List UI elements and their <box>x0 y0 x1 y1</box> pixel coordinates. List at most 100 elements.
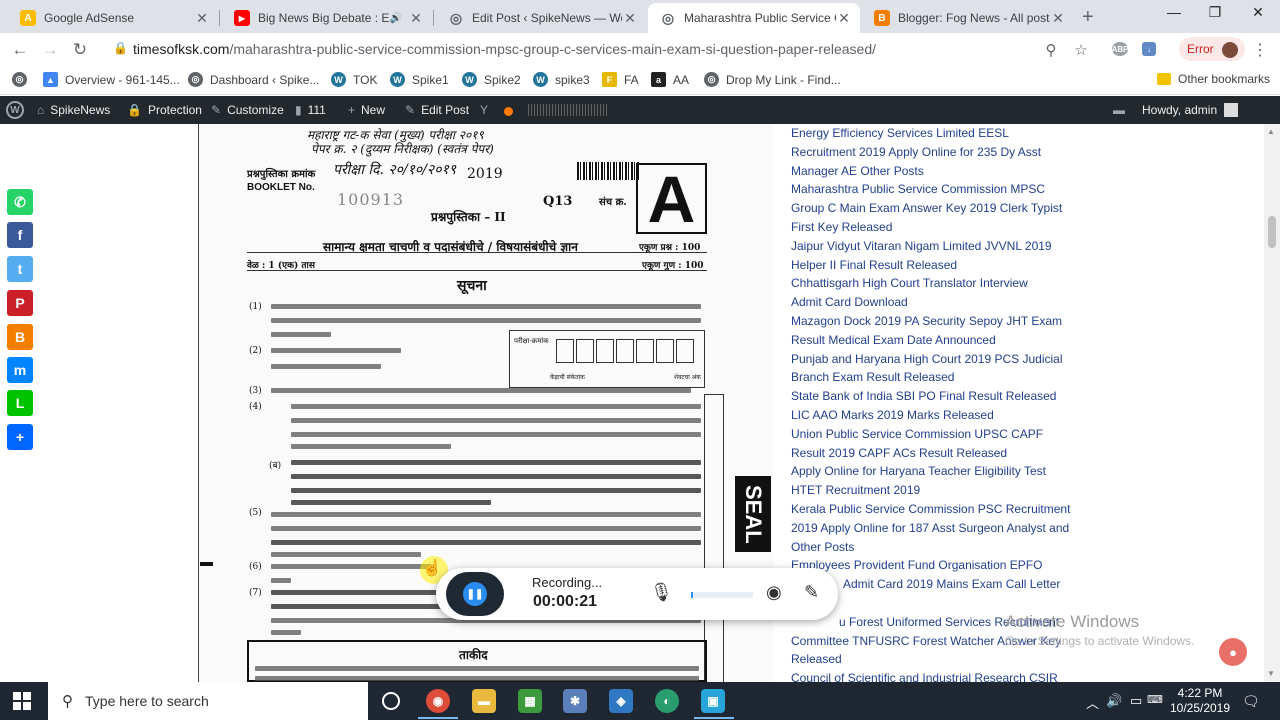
maximize-icon[interactable]: ❐ <box>1205 4 1225 21</box>
scroll-up-icon[interactable]: ▲ <box>1267 127 1275 136</box>
close-icon[interactable]: ✕ <box>622 10 638 27</box>
address-bar[interactable]: timesofksk.com/maharashtra-public-servic… <box>133 41 876 57</box>
sidebar-link[interactable]: Group C Main Exam Answer Key 2019 Clerk … <box>791 199 1071 218</box>
bookmark-aa[interactable]: a AA <box>651 72 689 87</box>
volume-icon[interactable]: 🔊 <box>1106 693 1122 709</box>
taskbar-search[interactable]: ⚲ Type here to search <box>48 682 368 720</box>
sidebar-link[interactable]: Result 2019 CAPF ACs Result Released <box>791 444 1071 463</box>
line-icon[interactable]: L <box>7 390 33 416</box>
scroll-down-icon[interactable]: ▼ <box>1267 669 1275 678</box>
sidebar-link[interactable]: Energy Efficiency Services Limited EESL <box>791 124 1071 143</box>
sidebar-link[interactable]: LIC AAO Marks 2019 Marks Released <box>791 406 1071 425</box>
bookmark-spike1[interactable]: W Spike1 <box>390 72 449 87</box>
reload-icon[interactable]: ↻ <box>70 40 90 60</box>
sidebar-link[interactable]: Union Public Service Commission UPSC CAP… <box>791 425 1071 444</box>
bookmark-spike3[interactable]: Wspike3 <box>533 72 590 87</box>
page-scrollbar[interactable]: ▲ ▼ <box>1264 124 1280 682</box>
sidebar-link[interactable]: HTET Recruitment 2019 <box>791 481 1071 500</box>
pen-annotate-icon[interactable]: ✎ <box>804 582 819 603</box>
recorder-app-icon[interactable]: ▣ <box>701 689 725 713</box>
sidebar-link[interactable]: Admit Card Download <box>791 293 1071 312</box>
wp-site-name[interactable]: ⌂ SpikeNews <box>37 103 110 117</box>
sidebar-link[interactable]: Released <box>791 650 1071 669</box>
sidebar-link[interactable]: Other Posts <box>791 538 1071 557</box>
tray-chevron-icon[interactable]: ︿ <box>1086 693 1099 712</box>
bookmark-overview[interactable]: ▲ Overview - 961-145... <box>43 72 180 87</box>
sidebar-link[interactable]: Council of Scientific and Industrial Res… <box>791 669 1071 682</box>
lock-icon[interactable]: 🔒 <box>113 41 128 55</box>
sidebar-link[interactable]: Manager AE Other Posts <box>791 162 1071 181</box>
download-ext-icon[interactable]: ↓ <box>1142 42 1156 56</box>
spreadsheet-icon[interactable]: ▦ <box>518 689 542 713</box>
app-icon[interactable]: ◈ <box>609 689 633 713</box>
seo-status-icon[interactable] <box>504 107 513 116</box>
wp-howdy[interactable]: Howdy, admin <box>1142 103 1239 117</box>
back-icon[interactable]: ← <box>10 40 30 60</box>
pause-button[interactable]: ❚❚ <box>446 572 504 616</box>
avatar[interactable] <box>1220 40 1240 60</box>
sidebar-link[interactable]: Result Medical Exam Date Announced <box>791 331 1071 350</box>
sidebar-link[interactable]: State Bank of India SBI PO Final Result … <box>791 387 1071 406</box>
sidebar-link[interactable]: Kerala Public Service Commission PSC Rec… <box>791 500 1071 519</box>
sidebar-link[interactable]: Employees Provident Fund Organisation EP… <box>791 556 1071 575</box>
file-explorer-icon[interactable]: ▬ <box>472 689 496 713</box>
speaker-icon[interactable]: 🔊 <box>390 13 402 24</box>
adblock-icon[interactable]: ABP <box>1112 42 1128 56</box>
bookmark-drop-my-link[interactable]: ◎ Drop My Link - Find... <box>704 72 841 87</box>
wp-new[interactable]: + New <box>348 103 385 117</box>
blogger-icon[interactable]: B <box>7 324 33 350</box>
wp-notes[interactable]: ▬ <box>1113 103 1131 117</box>
wp-customize[interactable]: ✎ Customize <box>211 103 284 117</box>
taskbar-clock[interactable]: 4:22 PM 10/25/2019 <box>1160 686 1240 716</box>
wp-comments[interactable]: ▮ 111 <box>295 103 326 117</box>
scrollbar-thumb[interactable] <box>1268 216 1276 248</box>
sidebar-link[interactable]: Chhattisgarh High Court Translator Inter… <box>791 274 1071 293</box>
menu-icon[interactable]: ⋮ <box>1252 40 1268 60</box>
close-icon[interactable]: ✕ <box>408 10 424 27</box>
windows-start-icon[interactable] <box>13 692 31 710</box>
sidebar-link[interactable]: Recruitment 2019 Apply Online for 235 Dy… <box>791 143 1071 162</box>
network-icon[interactable]: ▭ <box>1130 693 1142 709</box>
wp-edit-post[interactable]: ✎ Edit Post <box>405 103 469 117</box>
share-icon[interactable]: + <box>7 424 33 450</box>
sidebar-link[interactable]: First Key Released <box>791 218 1071 237</box>
star-icon[interactable]: ☆ <box>1072 41 1090 59</box>
sidebar-link[interactable]: Jaipur Vidyut Vitaran Nigam Limited JVVN… <box>791 237 1071 256</box>
pinterest-icon[interactable]: P <box>7 290 33 316</box>
browser-app-icon[interactable]: ◐ <box>655 689 679 713</box>
sidebar-link[interactable]: Punjab and Haryana High Court 2019 PCS J… <box>791 350 1071 369</box>
microphone-muted-icon[interactable]: 🎙 <box>650 582 673 603</box>
tab-maharashtra-active[interactable]: ◎ Maharashtra Public Service Co ✕ <box>648 3 860 33</box>
yoast-icon[interactable]: Y <box>480 103 488 117</box>
sidebar-link[interactable]: Maharashtra Public Service Commission MP… <box>791 180 1071 199</box>
facebook-icon[interactable]: f <box>7 222 33 248</box>
wp-protection[interactable]: 🔒 Protection <box>127 103 202 117</box>
messenger-icon[interactable]: m <box>7 357 33 383</box>
cortana-icon[interactable] <box>382 692 400 710</box>
wordpress-icon[interactable]: W <box>6 101 24 119</box>
tab-google-adsense[interactable]: A Google AdSense ✕ <box>8 3 218 33</box>
forward-icon[interactable]: → <box>40 40 60 60</box>
close-icon[interactable]: ✕ <box>836 10 852 27</box>
bookmark-apps[interactable]: ◎ <box>12 72 34 87</box>
tab-edit-post[interactable]: ◎ Edit Post ‹ SpikeNews — Word ✕ <box>436 3 646 33</box>
bookmark-dashboard[interactable]: ◎ Dashboard ‹ Spike... <box>188 72 319 87</box>
webcam-icon[interactable]: ◉ <box>766 582 782 603</box>
twitter-icon[interactable]: t <box>7 256 33 282</box>
sidebar-link[interactable]: 2019 Apply Online for 187 Asst Surgeon A… <box>791 519 1071 538</box>
stats-sparkline-icon[interactable] <box>528 104 608 116</box>
sidebar-link[interactable]: Helper II Final Result Released <box>791 256 1071 275</box>
minimize-icon[interactable]: — <box>1164 4 1184 20</box>
tab-blogger[interactable]: B Blogger: Fog News - All posts ✕ <box>862 3 1074 33</box>
close-icon[interactable]: ✕ <box>1050 10 1066 27</box>
notification-icon[interactable]: 🗨 <box>1242 693 1260 710</box>
sidebar-link[interactable]: Apply Online for Haryana Teacher Eligibi… <box>791 462 1071 481</box>
window-close-icon[interactable]: ✕ <box>1248 4 1268 21</box>
settings-app-icon[interactable]: ✱ <box>563 689 587 713</box>
sidebar-link[interactable]: Mazagon Dock 2019 PA Security Sepoy JHT … <box>791 312 1071 331</box>
bookmark-fa[interactable]: F FA <box>602 72 639 87</box>
chrome-icon[interactable]: ◉ <box>426 689 450 713</box>
other-bookmarks[interactable]: Other bookmarks <box>1157 72 1270 86</box>
bookmark-tok[interactable]: W TOK <box>331 72 377 87</box>
new-tab-icon[interactable]: + <box>1082 6 1094 29</box>
